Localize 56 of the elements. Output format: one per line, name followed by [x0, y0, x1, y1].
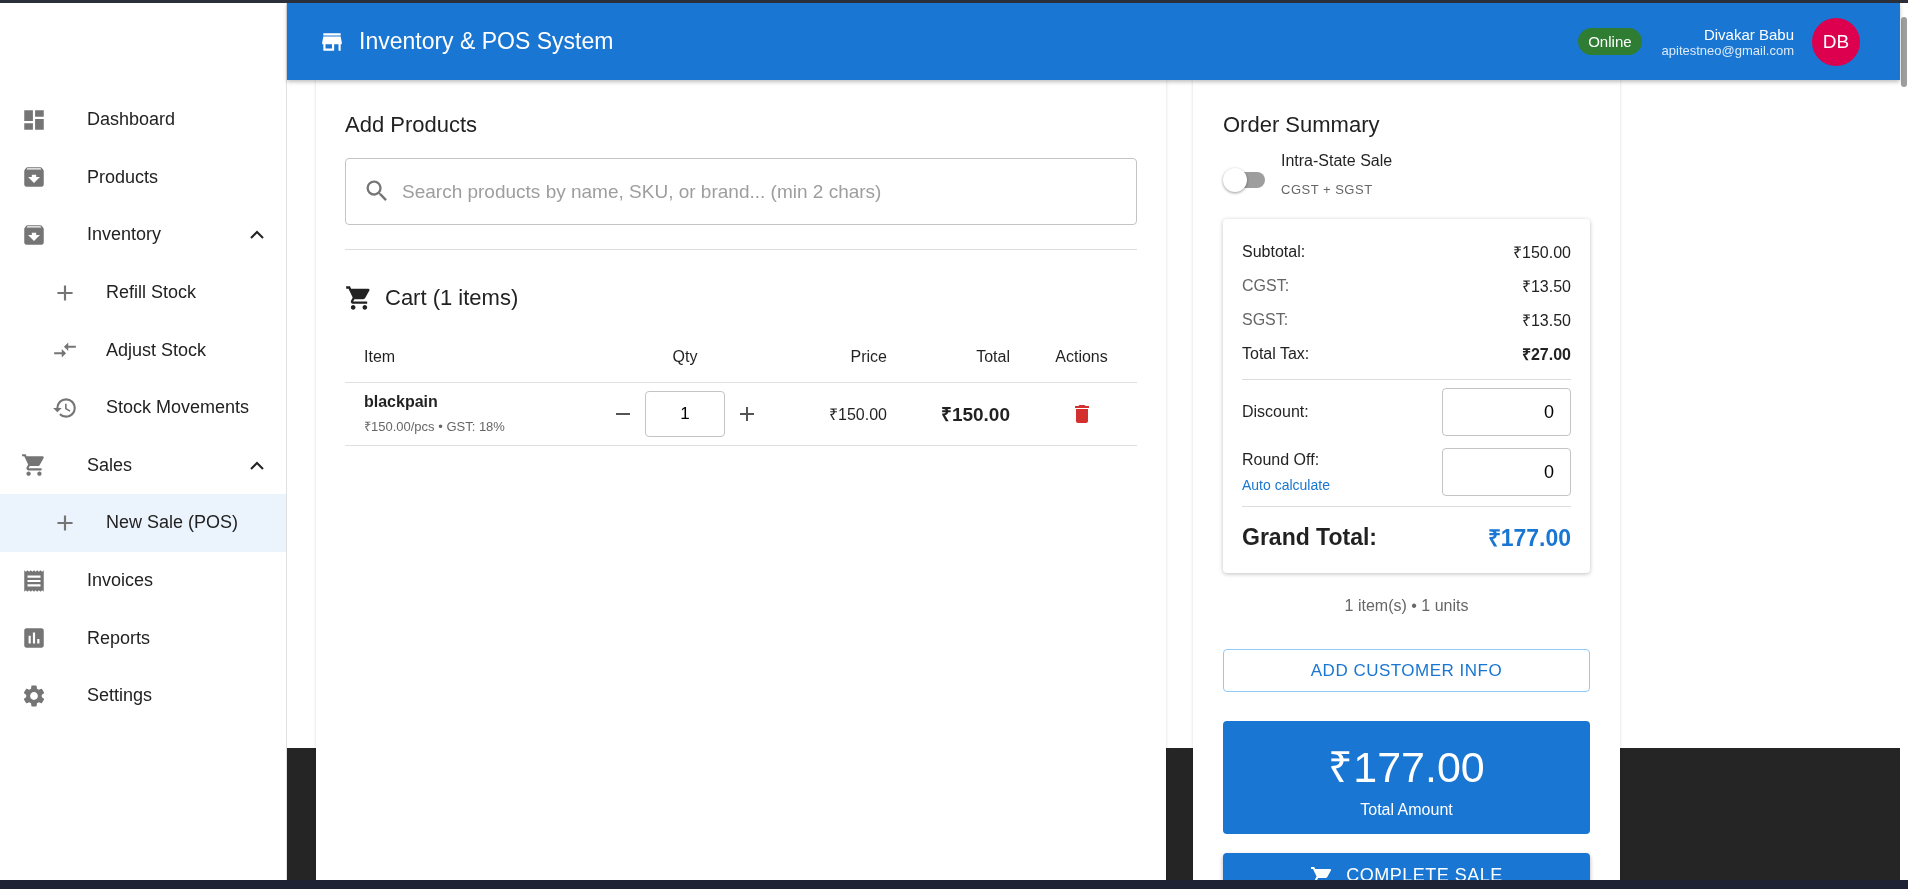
- sidebar-item[interactable]: Inventory: [0, 206, 286, 264]
- summary-value: ₹150.00: [1513, 243, 1571, 263]
- column-header: Total: [975, 347, 1011, 367]
- summary-value: ₹13.50: [1521, 277, 1571, 297]
- search-field[interactable]: Search products by name, SKU, or brand... (min 2 chars): [345, 158, 1137, 225]
- auto-calculate-link[interactable]: Auto calculate: [1242, 477, 1330, 493]
- summary-value: ₹13.50: [1521, 311, 1571, 331]
- item-name: blackpain: [364, 393, 439, 411]
- sidebar-item[interactable]: Products: [0, 148, 286, 207]
- sidebar-subitem[interactable]: Refill Stock: [0, 263, 286, 322]
- item-count: 1 item(s) • 1 units: [1343, 597, 1470, 615]
- summary-label: Subtotal:: [1242, 243, 1306, 261]
- summary-label: SGST:: [1242, 311, 1289, 329]
- sidebar-item[interactable]: Invoices: [0, 551, 286, 610]
- total-cell-text: ₹150.00: [940, 403, 1010, 427]
- cart-icon: [21, 452, 47, 479]
- sidebar-item[interactable]: Settings: [0, 666, 286, 725]
- sidebar-subitem[interactable]: Adjust Stock: [0, 321, 286, 379]
- price-cell-text: ₹150.00: [828, 405, 888, 425]
- grand-total-label: Grand Total:: [1242, 523, 1377, 551]
- user-name: Divakar Babu: [1703, 25, 1794, 43]
- grand-total-value: ₹177.00: [1487, 524, 1571, 553]
- column-header: Qty: [671, 347, 699, 367]
- summary-label: CGST:: [1242, 277, 1290, 295]
- section-title: Add Products: [345, 112, 479, 138]
- total-amount-label: Total Amount: [1360, 801, 1453, 819]
- summary-value: ₹27.00: [1521, 345, 1571, 365]
- add-customer-button[interactable]: ADD CUSTOMER INFO: [1223, 649, 1590, 692]
- toggle-label: Intra-State Sale: [1281, 152, 1393, 170]
- user-avatar[interactable]: DB: [1812, 17, 1860, 66]
- sidebar-subitem[interactable]: New Sale (POS): [0, 494, 286, 552]
- item-details: ₹150.00/pcs • GST: 18%: [364, 418, 505, 435]
- quantity-field[interactable]: 1: [645, 391, 725, 437]
- summary-label: Total Tax:: [1242, 345, 1310, 363]
- user-email: apitestneo@gmail.com: [1661, 42, 1794, 58]
- total-amount: ₹177.00: [1328, 742, 1485, 793]
- discount-label: Discount:: [1242, 403, 1309, 421]
- column-header: Actions: [1054, 347, 1109, 367]
- sidebar-item[interactable]: Dashboard: [0, 91, 286, 149]
- archive-box-icon: [21, 222, 47, 248]
- discount-field[interactable]: 0: [1442, 388, 1571, 436]
- toggle-caption: CGST + SGST: [1281, 182, 1374, 197]
- sidebar-item[interactable]: Reports: [0, 609, 286, 667]
- sidebar-subitem[interactable]: Stock Movements: [0, 378, 286, 437]
- section-title: Order Summary: [1223, 112, 1381, 138]
- receipt-icon: [21, 567, 47, 594]
- round-off-label: Round Off:: [1242, 451, 1321, 469]
- column-header: Item: [363, 347, 397, 367]
- round-off-field[interactable]: 0: [1442, 448, 1571, 496]
- status-chip: Online: [1578, 28, 1642, 55]
- app-title: Inventory & POS System: [359, 28, 615, 55]
- cart-title: Cart (1 items): [385, 285, 519, 311]
- scrollbar[interactable]: [1900, 3, 1908, 880]
- column-header: Price: [849, 347, 888, 367]
- minus-icon: [616, 413, 630, 415]
- sidebar-item[interactable]: Sales: [0, 436, 286, 495]
